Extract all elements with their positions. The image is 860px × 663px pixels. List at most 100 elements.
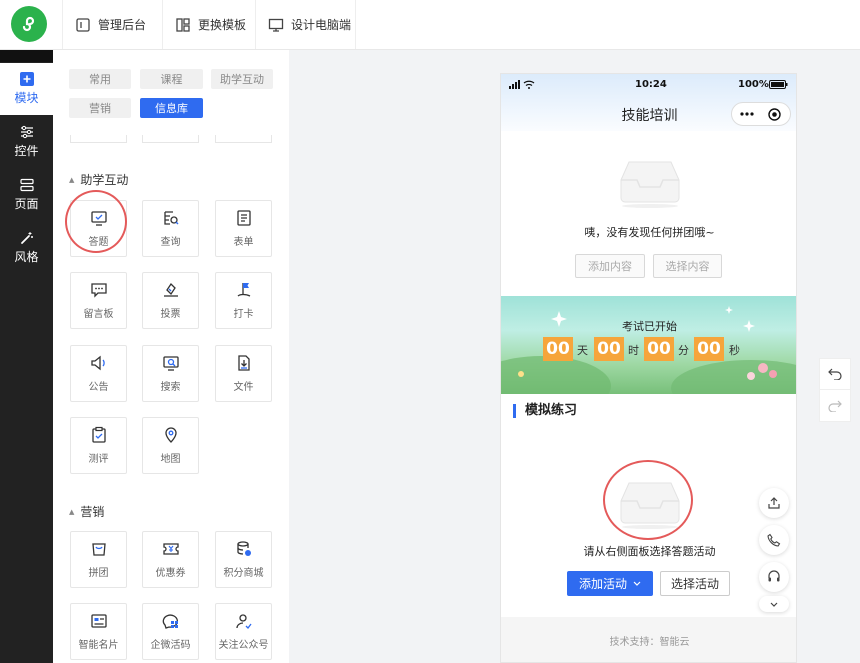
miniprogram-logo-icon [22,16,35,32]
tab-course[interactable]: 课程 [140,69,203,89]
nav-item-page[interactable]: 页面 [0,169,53,221]
wecom-code-icon [162,614,178,629]
empty-inbox-icon [620,161,680,208]
controls-slider-icon [20,125,33,139]
monitor-icon [268,18,284,32]
checkin-flag-icon [237,283,250,297]
change-template-label: 更换模板 [198,18,247,32]
phone-float-button[interactable] [759,525,789,555]
countdown-minutes: 00 [644,337,674,361]
undo-button[interactable] [820,359,850,390]
tile-cut-2 [142,135,199,143]
tile-message-board[interactable]: 留言板 [70,272,127,329]
add-activity-button[interactable]: 添加活动 [567,571,653,596]
tile-form[interactable]: 表单 [215,200,272,257]
assessment-icon [91,426,106,443]
select-content-button[interactable]: 选择内容 [653,254,722,278]
app-logo[interactable] [11,6,47,42]
tech-support-footer: 技术支持：智能云 [501,617,796,662]
change-template-button[interactable]: 更换模板 [162,0,255,49]
tile-label: 优惠券 [155,568,186,579]
tile-label: 拼团 [88,568,109,579]
nav-item-controls[interactable]: 控件 [0,116,53,168]
tile-announcement[interactable]: 公告 [70,345,127,402]
tab-common[interactable]: 常用 [69,69,131,89]
close-target-icon[interactable] [768,108,781,121]
countdown-hour-unit: 时 [628,344,639,357]
tile-label: 表单 [233,237,254,248]
tile-query[interactable]: 查询 [142,200,199,257]
exam-countdown-banner: 考试已开始 00 天 00 时 00 分 00 秒 [501,296,796,394]
form-icon [236,210,251,226]
practice-section-title: 模拟练习 [513,404,577,418]
nav-label-module: 模块 [14,91,39,105]
tile-group-buy[interactable]: 拼团 [70,531,127,588]
design-canvas: 10:24 100% 技能培训 咦，没有发现任何拼团哦~ 添加内容 选择内容 考… [289,50,860,663]
share-upload-icon [768,497,780,509]
tab-interact[interactable]: 助学互动 [211,69,273,89]
service-float-button[interactable] [759,562,789,592]
tile-label: 积分商城 [223,568,264,579]
undo-redo-toolbar [819,358,851,422]
chevron-down-icon [633,581,641,586]
banner-title: 考试已开始 [622,320,677,333]
headset-icon [768,570,780,582]
add-content-button[interactable]: 添加内容 [575,254,645,278]
admin-label: 管理后台 [98,18,147,32]
tile-map[interactable]: 地图 [142,417,199,474]
tile-label: 投票 [160,309,181,320]
phone-header: 10:24 100% 技能培训 [501,74,796,131]
left-nav: 模块 控件 页面 风格 [0,50,53,663]
tile-checkin[interactable]: 打卡 [215,272,272,329]
battery-icon [769,80,788,89]
page-layers-icon [19,178,34,192]
design-pc-button[interactable]: 设计电脑端 [255,0,356,49]
file-download-icon [237,355,250,371]
tab-info-library[interactable]: 信息库 [140,98,203,118]
component-panel: 常用 课程 助学互动 营销 信息库 ▲ 助学互动 答题 查询 表单 留言板 投票 … [53,50,289,663]
share-float-button[interactable] [759,488,789,518]
message-board-icon [90,283,107,298]
tile-label: 企微活码 [150,640,191,651]
tile-business-card[interactable]: 智能名片 [70,603,127,660]
tile-follow-account[interactable]: 关注公众号 [215,603,272,660]
admin-button[interactable]: 管理后台 [62,0,162,49]
map-pin-icon [164,427,177,443]
collapse-triangle-icon: ▲ [69,507,75,516]
redo-button[interactable] [820,390,850,421]
tab-marketing[interactable]: 营销 [69,98,131,118]
collapse-triangle-icon: ▲ [69,175,75,184]
nav-item-module[interactable]: 模块 [0,63,53,115]
tile-assessment[interactable]: 测评 [70,417,127,474]
style-wand-icon [20,232,33,244]
tile-label: 文件 [233,382,254,393]
module-plus-icon [19,72,34,86]
tile-cut-1 [70,135,127,143]
tile-vote[interactable]: 投票 [142,272,199,329]
top-bar: 管理后台 更换模板 设计电脑端 [0,0,860,50]
countdown-hours: 00 [594,337,624,361]
tile-wecom-code[interactable]: 企微活码 [142,603,199,660]
highlight-circle-empty [603,460,693,540]
tile-label: 关注公众号 [218,640,269,651]
announcement-icon [90,355,105,371]
status-battery-text: 100% [738,79,769,90]
tile-points-mall[interactable]: 积分商城 [215,531,272,588]
nav-top-strip [0,50,53,62]
undo-icon [828,368,842,380]
tile-coupon[interactable]: 优惠券 [142,531,199,588]
nav-item-style[interactable]: 风格 [0,222,53,274]
follow-account-icon [235,614,252,629]
tile-label: 打卡 [233,309,254,320]
countdown-day-unit: 天 [577,344,588,357]
select-activity-button[interactable]: 选择活动 [660,571,730,596]
chevron-down-icon [770,602,778,607]
mini-capsule[interactable] [731,102,791,126]
tile-file[interactable]: 文件 [215,345,272,402]
section-interact-label: 助学互动 [80,173,129,187]
tile-label: 留言板 [83,309,114,320]
collapse-float-button[interactable] [759,596,789,612]
tile-label: 搜索 [160,382,181,393]
tile-search[interactable]: 搜索 [142,345,199,402]
more-dots-icon[interactable] [740,112,754,116]
